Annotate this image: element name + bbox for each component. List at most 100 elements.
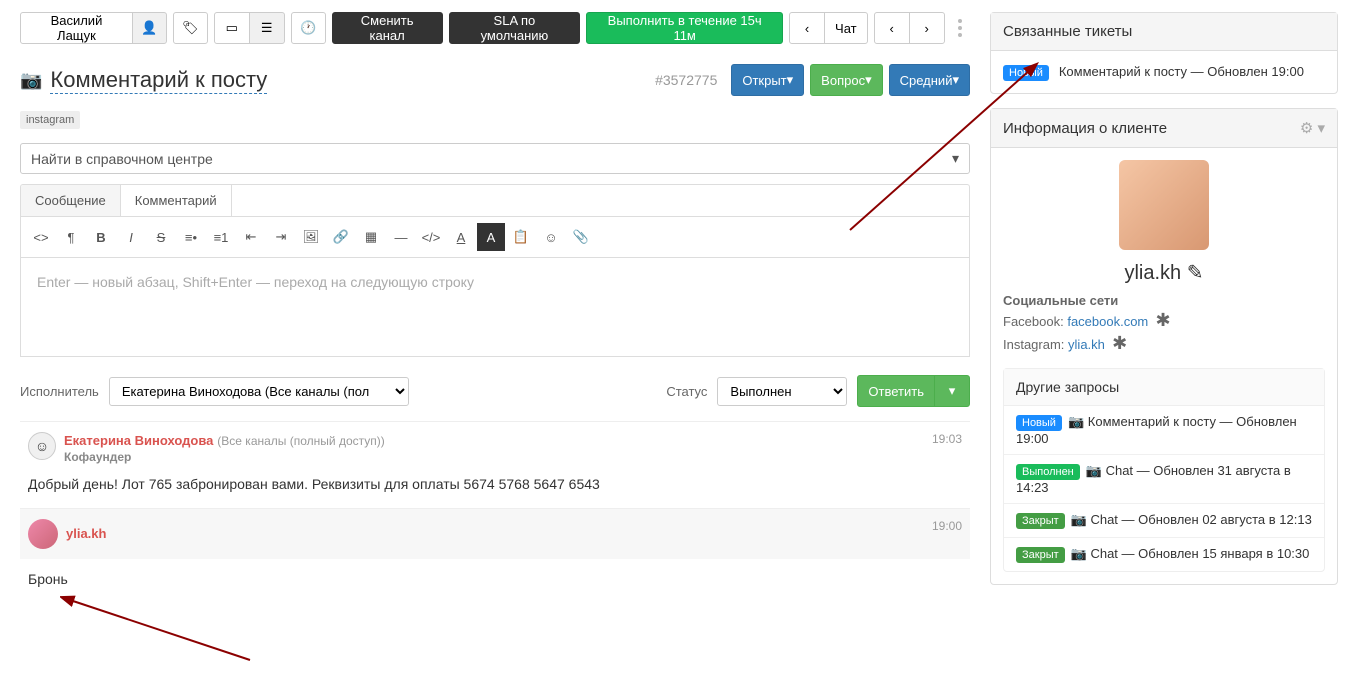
camera-icon: 📷 bbox=[20, 70, 42, 91]
ig-link[interactable]: ylia.kh bbox=[1068, 337, 1105, 352]
assignee-select[interactable]: Екатерина Виноходова (Все каналы (полный… bbox=[109, 377, 409, 406]
panel-header: Связанные тикеты bbox=[991, 13, 1337, 51]
request-text: Chat — Обновлен 15 января в 10:30 bbox=[1090, 546, 1309, 561]
editor-toolbar: <> ¶ B I S ≡• ≡1 ⇤ ⇥ 🖼 🔗 ▦ — </> A A 📋 ☺… bbox=[20, 216, 970, 257]
priority-button[interactable]: Средний ▾ bbox=[889, 64, 970, 96]
tag-instagram[interactable]: instagram bbox=[20, 111, 80, 129]
msg-author[interactable]: Екатерина Виноходова bbox=[64, 433, 213, 448]
gear-icon[interactable]: ⚙ ▾ bbox=[1300, 119, 1325, 137]
more-menu[interactable] bbox=[951, 19, 970, 37]
ig-label: Instagram: bbox=[1003, 337, 1064, 352]
related-ticket-link[interactable]: Комментарий к посту — Обновлен 19:00 bbox=[1059, 64, 1304, 79]
user-button[interactable]: Василий Лащук bbox=[20, 12, 133, 44]
strike-icon[interactable]: S bbox=[147, 223, 175, 251]
star-icon[interactable]: ✱ bbox=[1112, 333, 1127, 353]
star-icon[interactable]: ✱ bbox=[1156, 310, 1171, 330]
user-icon-button[interactable]: 👤 bbox=[132, 12, 167, 44]
font-color-icon[interactable]: A bbox=[447, 223, 475, 251]
status-badge: Новый bbox=[1003, 65, 1049, 81]
reply-dropdown-button[interactable]: ▾ bbox=[934, 375, 970, 407]
avatar: ☺ bbox=[28, 432, 56, 460]
msg-body: Добрый день! Лот 765 забронирован вами. … bbox=[28, 464, 962, 498]
bold-icon[interactable]: B bbox=[87, 223, 115, 251]
caret-down-icon: ▾ bbox=[952, 72, 959, 88]
layout-list-button[interactable]: ☰ bbox=[249, 12, 285, 44]
fb-link[interactable]: facebook.com bbox=[1067, 314, 1148, 329]
panel-header: Другие запросы bbox=[1004, 369, 1324, 406]
camera-icon: 📷 bbox=[1071, 512, 1087, 527]
tag-icon: 🏷 bbox=[182, 20, 199, 36]
codeblock-icon[interactable]: </> bbox=[417, 223, 445, 251]
ticket-id: #3572775 bbox=[655, 72, 717, 88]
link-icon[interactable]: 🔗 bbox=[327, 223, 355, 251]
ul-icon[interactable]: ≡• bbox=[177, 223, 205, 251]
editor-tabs: Сообщение Комментарий bbox=[20, 184, 970, 216]
clock-button[interactable]: 🕐 bbox=[291, 12, 326, 44]
emoji-icon[interactable]: ☺ bbox=[537, 223, 565, 251]
paste-icon[interactable]: 📋 bbox=[507, 223, 535, 251]
other-request-item[interactable]: Выполнен📷 Chat — Обновлен 31 августа в 1… bbox=[1004, 455, 1324, 504]
ticket-title[interactable]: Комментарий к посту bbox=[50, 67, 267, 94]
table-icon[interactable]: ▦ bbox=[357, 223, 385, 251]
search-placeholder: Найти в справочном центре bbox=[31, 151, 213, 167]
hr-icon[interactable]: — bbox=[387, 223, 415, 251]
avatar bbox=[28, 519, 58, 549]
attach-icon[interactable]: 📎 bbox=[567, 223, 595, 251]
status-label: Статус bbox=[666, 384, 707, 399]
reply-button[interactable]: Ответить bbox=[857, 375, 935, 407]
chat-prev-button[interactable]: ‹ bbox=[789, 12, 825, 44]
tag-button[interactable]: 🏷 bbox=[173, 12, 208, 44]
client-avatar bbox=[1119, 160, 1209, 250]
bg-color-icon[interactable]: A bbox=[477, 223, 505, 251]
paragraph-icon[interactable]: ¶ bbox=[57, 223, 85, 251]
caret-down-icon: ▾ bbox=[952, 150, 959, 167]
ol-icon[interactable]: ≡1 bbox=[207, 223, 235, 251]
image-icon[interactable]: 🖼 bbox=[297, 223, 325, 251]
help-center-search[interactable]: Найти в справочном центре ▾ bbox=[20, 143, 970, 174]
nav-next-button[interactable]: › bbox=[909, 12, 945, 44]
camera-icon: 📷 bbox=[1068, 414, 1084, 429]
sidebar: Связанные тикеты Новый Комментарий к пос… bbox=[990, 0, 1346, 611]
annotation-arrow bbox=[60, 590, 260, 670]
related-tickets-panel: Связанные тикеты Новый Комментарий к пос… bbox=[990, 12, 1338, 94]
layout-list-icon: ☰ bbox=[261, 20, 273, 36]
italic-icon[interactable]: I bbox=[117, 223, 145, 251]
change-channel-button[interactable]: Сменить канал bbox=[332, 12, 443, 44]
top-toolbar: Василий Лащук 👤 🏷 ▭ ☰ 🕐 Сменить канал SL… bbox=[20, 12, 970, 44]
status-badge: Выполнен bbox=[1016, 464, 1080, 480]
clock-icon: 🕐 bbox=[300, 20, 316, 36]
tab-comment[interactable]: Комментарий bbox=[121, 185, 232, 216]
chevron-right-icon: › bbox=[924, 21, 928, 36]
type-button[interactable]: Вопрос ▾ bbox=[810, 64, 882, 96]
message-block: ylia.kh 19:00 bbox=[20, 508, 970, 559]
tab-message[interactable]: Сообщение bbox=[21, 185, 121, 216]
client-info-panel: Информация о клиенте ⚙ ▾ ylia.kh ✎ Социа… bbox=[990, 108, 1338, 585]
other-request-item[interactable]: Закрыт📷 Chat — Обновлен 15 января в 10:3… bbox=[1004, 538, 1324, 571]
nav-prev-button[interactable]: ‹ bbox=[874, 12, 910, 44]
message-block: ☺ Екатерина Виноходова (Все каналы (полн… bbox=[20, 421, 970, 508]
assignee-label: Исполнитель bbox=[20, 384, 99, 399]
outdent-icon[interactable]: ⇤ bbox=[237, 223, 265, 251]
chevron-left-icon: ‹ bbox=[889, 21, 893, 36]
msg-time: 19:03 bbox=[932, 432, 962, 446]
chevron-left-icon: ‹ bbox=[805, 21, 809, 36]
chat-button[interactable]: Чат bbox=[824, 12, 868, 44]
msg-time: 19:00 bbox=[932, 519, 962, 533]
status-select[interactable]: Выполнен bbox=[717, 377, 847, 406]
sla-button[interactable]: SLA по умолчанию bbox=[449, 12, 581, 44]
fb-label: Facebook: bbox=[1003, 314, 1064, 329]
status-badge: Закрыт bbox=[1016, 513, 1065, 529]
status-button[interactable]: Открыт ▾ bbox=[731, 64, 804, 96]
layout-wide-button[interactable]: ▭ bbox=[214, 12, 250, 44]
editor-body[interactable]: Enter — новый абзац, Shift+Enter — перех… bbox=[20, 257, 970, 357]
msg-author[interactable]: ylia.kh bbox=[66, 526, 106, 541]
request-text: Chat — Обновлен 02 августа в 12:13 bbox=[1090, 512, 1311, 527]
other-request-item[interactable]: Новый📷 Комментарий к посту — Обновлен 19… bbox=[1004, 406, 1324, 455]
edit-icon[interactable]: ✎ bbox=[1187, 262, 1204, 284]
status-badge: Закрыт bbox=[1016, 547, 1065, 563]
code-view-icon[interactable]: <> bbox=[27, 223, 55, 251]
indent-icon[interactable]: ⇥ bbox=[267, 223, 295, 251]
other-request-item[interactable]: Закрыт 📷 Chat — Обновлен 02 августа в 12:… bbox=[1004, 504, 1324, 538]
caret-down-icon: ▾ bbox=[787, 72, 794, 88]
deadline-button[interactable]: Выполнить в течение 15ч 11м bbox=[586, 12, 783, 44]
